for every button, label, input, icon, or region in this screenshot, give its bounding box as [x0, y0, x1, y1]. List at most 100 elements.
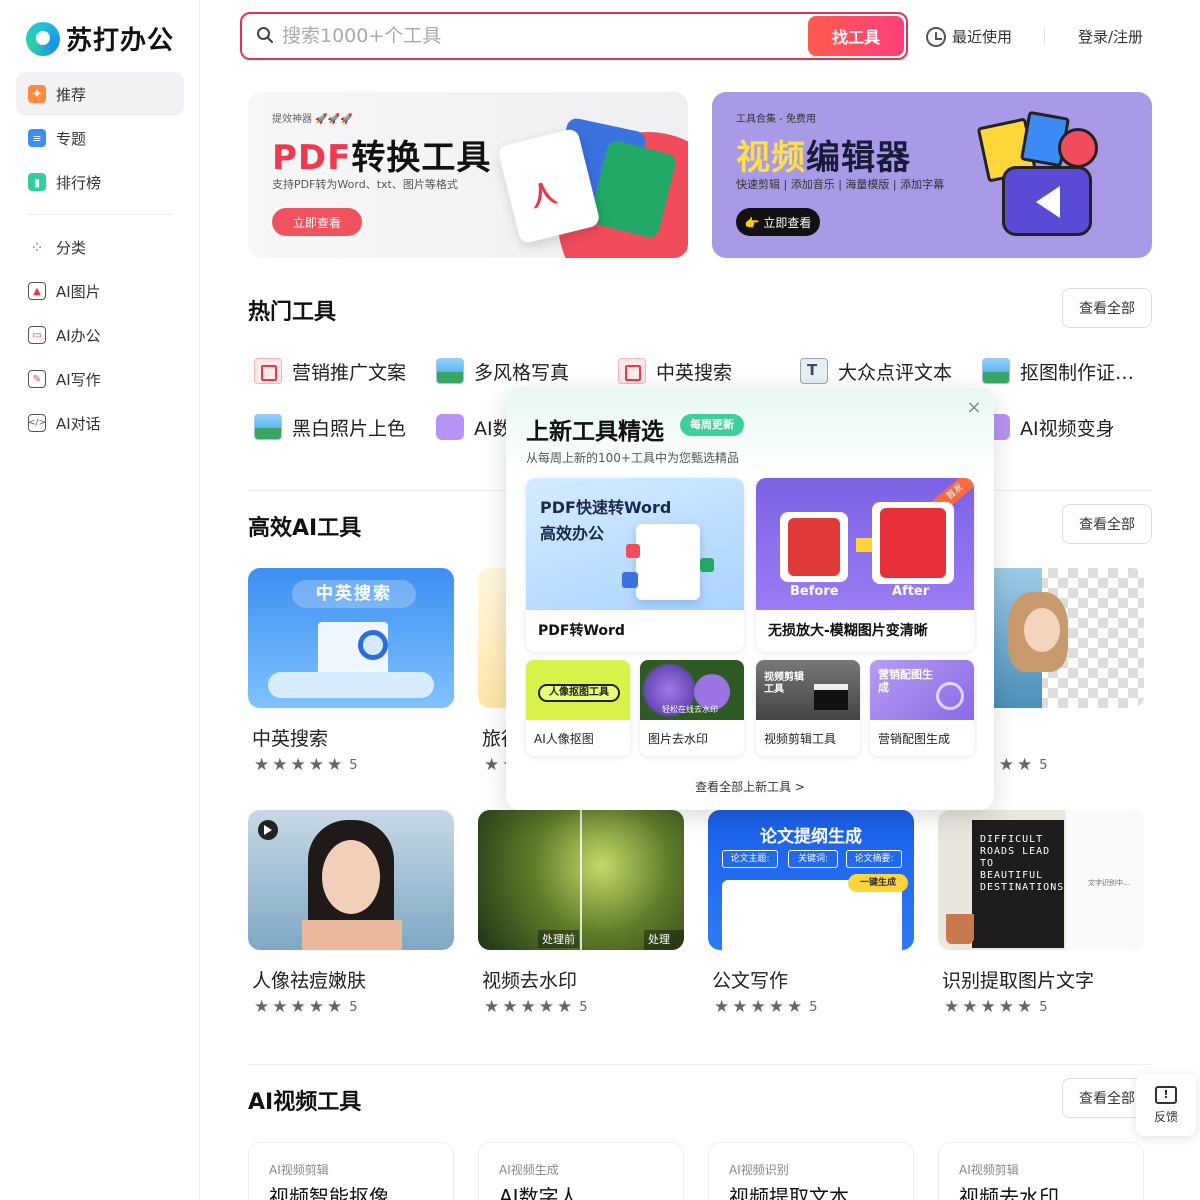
tool-name: 视频去水印 — [959, 1185, 1059, 1200]
tool-card[interactable]: DIFFICULT ROADS LEAD TO BEAUTIFUL DESTIN… — [938, 810, 1144, 1017]
find-tool-button[interactable]: 找工具 — [808, 16, 904, 56]
tool-name: 中英搜索 — [252, 728, 329, 750]
search-box: 找工具 — [240, 12, 908, 60]
pdf-doc-icon — [618, 358, 646, 384]
tool-thumbnail: 视频剪辑工具 — [756, 660, 860, 720]
tool-card[interactable]: 论文提纲生成 论文主题: 关键词: 论文摘要: 一键生成 公文写作 ★★★★★ 5 — [708, 810, 914, 1017]
sidebar-item-ai-writing[interactable]: ✎ AI写作 — [16, 357, 184, 401]
popup-tool-card[interactable]: 营销配图生成 营销配图生成 — [870, 660, 974, 756]
hot-tool-item[interactable]: 营销推广文案 — [254, 356, 406, 386]
ai-writing-icon: ✎ — [28, 370, 46, 388]
document-icon — [636, 524, 700, 600]
tool-name: 无损放大-模糊图片变清晰 — [768, 623, 928, 639]
video-doc-icon — [436, 414, 464, 440]
recommend-icon: ✦ — [28, 85, 46, 103]
logo[interactable]: 苏打办公 — [26, 20, 174, 57]
banner-desc: 支持PDF转为Word、txt、图片等格式 — [272, 178, 458, 191]
sidebar-item-label: 专题 — [56, 129, 87, 148]
close-icon[interactable]: × — [964, 398, 984, 418]
magnifier-icon — [358, 630, 388, 660]
hot-tool-item[interactable]: 黑白照片上色 — [254, 412, 406, 442]
video-tool-card[interactable]: AI视频识别 视频提取文本 — [708, 1142, 914, 1200]
hot-tool-item[interactable]: AI视频变身 — [982, 412, 1115, 442]
tool-name: 视频智能抠像 — [269, 1185, 389, 1200]
tool-card[interactable]: 人像祛痘嫩肤 ★★★★★ 5 — [248, 810, 454, 1017]
popup-tool-card[interactable]: 人像抠图工具 AI人像抠图 — [526, 660, 630, 756]
login-register-link[interactable]: 登录/注册 — [1078, 26, 1143, 47]
video-editor-banner[interactable]: 工具合集 - 免费用 视频编辑器 快速剪辑 | 添加音乐 | 海量模版 | 添加… — [712, 92, 1152, 258]
tool-thumbnail: 处理前 处理后 — [478, 810, 684, 950]
ai-tools-view-all-button[interactable]: 查看全部 — [1062, 504, 1152, 544]
tool-thumbnail: 营销配图生成 — [870, 660, 974, 720]
ai-chat-icon: </> — [28, 414, 46, 432]
category-icon: ⁘ — [30, 237, 44, 257]
recent-used-link[interactable]: 最近使用 — [926, 26, 1012, 47]
hot-tool-item[interactable]: 大众点评文本 — [800, 356, 952, 386]
star-rating: ★★★★★5 — [254, 997, 358, 1017]
tool-name: 人像祛痘嫩肤 — [252, 970, 367, 992]
sidebar-item-label: AI写作 — [56, 370, 101, 389]
banner-tag: 提效神器 🚀🚀🚀 — [272, 114, 353, 125]
sidebar-item-category[interactable]: ⁘ 分类 — [16, 225, 184, 269]
weekly-update-badge: 每周更新 — [680, 414, 744, 436]
sidebar-item-topic[interactable]: ≡ 专题 — [16, 116, 184, 160]
tool-card[interactable]: 处理前 处理后 视频去水印 ★★★★★5 — [478, 810, 684, 1017]
sidebar-item-recommend[interactable]: ✦ 推荐 — [16, 72, 184, 116]
image-icon — [254, 414, 282, 440]
banner-view-button[interactable]: 立即查看 — [272, 208, 362, 236]
tool-thumbnail: 人像抠图工具 — [526, 660, 630, 720]
hot-tool-item[interactable]: 抠图制作证… — [982, 356, 1134, 386]
film-reel-icon — [1058, 128, 1098, 168]
tool-name: 视频去水印 — [482, 970, 578, 992]
sidebar-item-ai-chat[interactable]: </> AI对话 — [16, 401, 184, 445]
tool-thumbnail: DIFFICULT ROADS LEAD TO BEAUTIFUL DESTIN… — [938, 810, 1144, 950]
tool-card[interactable]: 中英搜索 中英搜索 ★★★★★ 5 — [248, 568, 454, 775]
feedback-button[interactable]: ! 反馈 — [1136, 1074, 1196, 1136]
ai-tools-title: 高效AI工具 — [248, 516, 362, 541]
video-tool-card[interactable]: AI视频剪辑 视频去水印 — [938, 1142, 1144, 1200]
tool-name: 公文写作 — [712, 970, 789, 992]
tool-thumbnail: PDF快速转Word 高效办公 — [526, 478, 744, 610]
popup-tool-card[interactable]: 首发 Before After 无损放大-模糊图片变清晰 — [756, 478, 974, 652]
tool-thumbnail — [248, 810, 454, 950]
banner-tag: 工具合集 - 免费用 — [736, 114, 816, 125]
hot-tool-item[interactable]: 多风格写真 — [436, 356, 569, 386]
sidebar-item-ranking[interactable]: ▮ 排行榜 — [16, 160, 184, 204]
sidebar-item-label: AI对话 — [56, 414, 101, 433]
search-input[interactable] — [282, 20, 842, 52]
star-rating: ★★★★★5 — [484, 997, 588, 1017]
sidebar-item-label: AI办公 — [56, 326, 101, 345]
banner-view-button[interactable]: 👉 立即查看 — [736, 208, 820, 236]
star-rating: ★★★★★5 — [254, 755, 358, 775]
video-tool-card[interactable]: AI视频生成 AI数字人 — [478, 1142, 684, 1200]
sidebar-item-ai-office[interactable]: ▭ AI办公 — [16, 313, 184, 357]
popup-tool-card[interactable]: PDF快速转Word 高效办公 PDF转Word — [526, 478, 744, 652]
hot-tools-title: 热门工具 — [248, 300, 337, 325]
tool-thumbnail: 轻松在线去水印 — [640, 660, 744, 720]
tool-name: 视频提取文本 — [729, 1185, 849, 1200]
tool-thumbnail: 论文提纲生成 论文主题: 关键词: 论文摘要: 一键生成 — [708, 810, 914, 950]
sidebar-item-label: AI图片 — [56, 282, 101, 301]
search-icon — [257, 27, 274, 44]
view-all-new-tools-link[interactable]: 查看全部上新工具 > — [506, 778, 994, 795]
hot-tool-item[interactable]: 中英搜索 — [618, 356, 732, 386]
banner-title: PDF转换工具 — [272, 138, 492, 178]
feedback-icon: ! — [1155, 1086, 1177, 1104]
video-tool-card[interactable]: AI视频剪辑 视频智能抠像 — [248, 1142, 454, 1200]
app-root: 苏打办公 ✦ 推荐 ≡ 专题 ▮ 排行榜 ⁘ 分类 ▲ AI图片 ▭ AI办公 … — [0, 0, 1200, 1200]
tool-name: PDF转Word — [538, 623, 625, 639]
hot-tools-view-all-button[interactable]: 查看全部 — [1062, 288, 1152, 328]
pdf-converter-banner[interactable]: 提效神器 🚀🚀🚀 PDF转换工具 支持PDF转为Word、txt、图片等格式 立… — [248, 92, 688, 258]
clock-icon — [926, 26, 946, 47]
popup-tool-card[interactable]: 轻松在线去水印 图片去水印 — [640, 660, 744, 756]
hot-tool-item[interactable]: AI数 — [436, 412, 512, 442]
popup-tool-card[interactable]: 视频剪辑工具 视频剪辑工具 — [756, 660, 860, 756]
sidebar-nav: ✦ 推荐 ≡ 专题 ▮ 排行榜 ⁘ 分类 ▲ AI图片 ▭ AI办公 ✎ AI写… — [16, 72, 184, 445]
sidebar-item-label: 排行榜 — [56, 173, 102, 192]
star-rating: ★★★★★5 — [944, 997, 1048, 1017]
section-divider — [248, 1064, 1152, 1065]
star-rating: ★★★★★5 — [714, 997, 818, 1017]
ai-video-title: AI视频工具 — [248, 1090, 362, 1115]
sidebar-item-ai-image[interactable]: ▲ AI图片 — [16, 269, 184, 313]
tool-name: 识别提取图片文字 — [942, 970, 1095, 992]
